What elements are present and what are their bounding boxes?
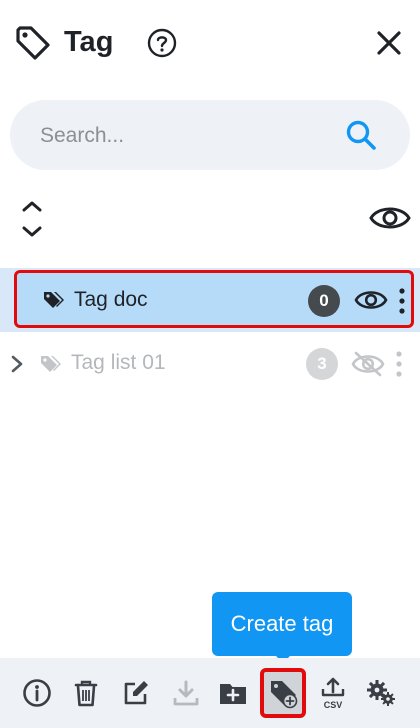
sort-icon[interactable] [18,198,46,240]
bottom-toolbar: CSV [0,658,420,728]
edit-icon[interactable] [121,678,151,708]
trash-icon[interactable] [71,678,101,708]
tag-row-tag-list-01[interactable]: Tag list 01 3 [0,338,420,388]
count-badge: 0 [308,285,340,317]
settings-icon[interactable] [366,678,396,708]
tag-row-tag-doc[interactable]: Tag doc 0 [14,270,414,328]
tags-icon [41,356,61,372]
csv-label: CSV [324,700,343,710]
panel-title: Tag [64,26,114,58]
create-tag-button[interactable] [260,668,306,718]
tags-icon [44,292,64,308]
search-input[interactable] [38,100,332,172]
count-badge: 3 [306,348,338,380]
eye-off-icon[interactable] [351,350,385,378]
search-icon[interactable] [344,118,378,152]
tag-icon [16,26,50,60]
panel-header: Tag [0,0,420,86]
eye-icon[interactable] [354,287,388,313]
search-bar [10,100,410,172]
create-tag-tooltip: Create tag [212,592,352,656]
create-tag-icon [271,681,298,709]
chevron-right-icon[interactable] [10,354,24,374]
tag-label: Tag list 01 [71,351,166,374]
close-icon[interactable] [372,26,406,60]
more-options-icon[interactable] [393,348,405,380]
help-icon[interactable] [147,28,177,58]
info-icon[interactable] [22,678,52,708]
new-folder-icon[interactable] [218,678,248,708]
export-csv-icon[interactable]: CSV [318,676,348,710]
more-options-icon[interactable] [396,285,408,317]
download-icon[interactable] [171,678,201,708]
tag-label: Tag doc [74,288,148,311]
eye-icon[interactable] [368,202,412,234]
